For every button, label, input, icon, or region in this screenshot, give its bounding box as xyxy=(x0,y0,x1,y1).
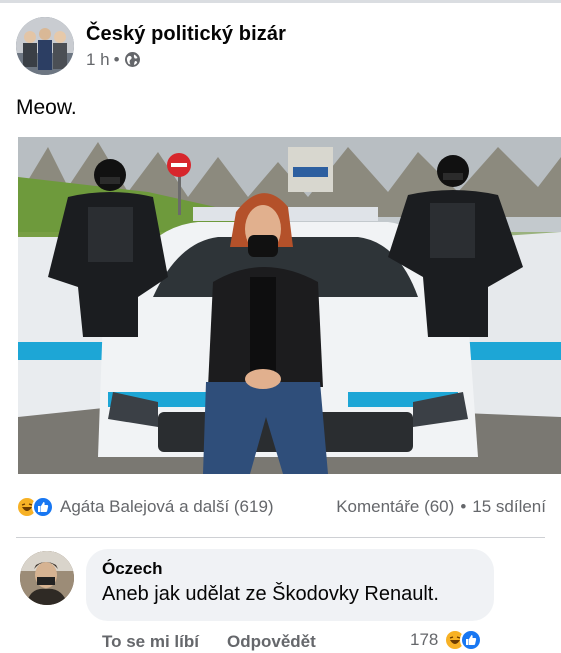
post-meta: 1 h • xyxy=(86,50,286,70)
page-avatar[interactable] xyxy=(16,17,74,75)
like-icon xyxy=(460,629,483,651)
meta-separator: • xyxy=(113,49,120,69)
reaction-names[interactable]: Agáta Balejová a další (619) xyxy=(60,497,274,517)
comment-author[interactable]: Óczech xyxy=(102,559,478,579)
comment-reaction-count[interactable]: 178 xyxy=(410,629,488,651)
commenter-avatar[interactable] xyxy=(20,551,74,605)
counts-separator: • xyxy=(460,497,467,516)
comment-like-button[interactable]: To se mi líbí xyxy=(102,632,199,652)
post-photo[interactable] xyxy=(18,137,561,474)
shares-count[interactable]: 15 sdílení xyxy=(472,497,546,517)
reactions-bar: Agáta Balejová a další (619) Komentáře (… xyxy=(16,492,546,522)
post-time[interactable]: 1 h xyxy=(86,50,110,70)
comment-bubble: Óczech Aneb jak udělat ze Škodovky Renau… xyxy=(86,549,494,621)
comment-reaction-number: 178 xyxy=(410,630,439,649)
like-icon xyxy=(32,496,54,518)
comment-reaction-icons xyxy=(444,629,483,651)
post-text: Meow. xyxy=(16,96,77,119)
top-divider xyxy=(0,0,561,3)
comment-text: Aneb jak udělat ze Škodovky Renault. xyxy=(102,583,439,605)
page-name[interactable]: Český politický bizár xyxy=(86,23,286,46)
reaction-icons[interactable] xyxy=(16,496,54,518)
globe-icon xyxy=(124,51,141,68)
comments-count[interactable]: Komentáře (60) xyxy=(336,497,454,517)
section-divider xyxy=(16,537,545,538)
post-header: Český politický bizár 1 h • xyxy=(16,14,286,78)
comment-reply-button[interactable]: Odpovědět xyxy=(227,632,316,652)
